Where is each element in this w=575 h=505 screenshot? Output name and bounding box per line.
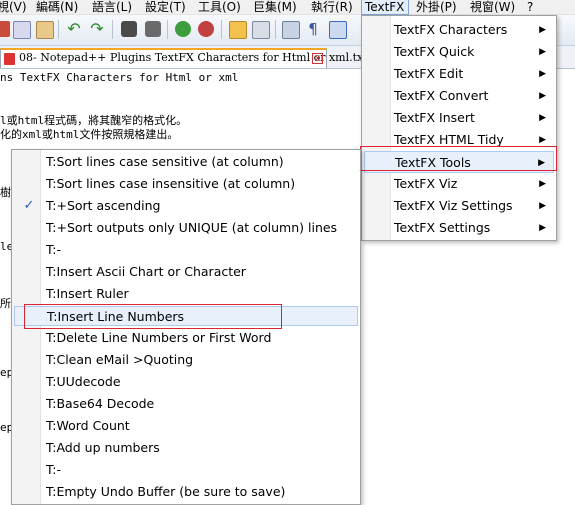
indent-guide-icon[interactable] [282, 21, 300, 39]
menu-item-textfx-viz-settings[interactable]: TextFX Viz Settings ▶ [364, 195, 554, 217]
menu-item-label: T:UUdecode [46, 374, 121, 389]
zoom-out-icon[interactable] [198, 21, 214, 37]
submenu-item-sort-unique[interactable]: T:+Sort outputs only UNIQUE (at column) … [14, 218, 358, 238]
checkmark-icon: ✓ [23, 198, 35, 213]
menu-item-label: T:+Sort outputs only UNIQUE (at column) … [46, 220, 338, 235]
menu-encoding[interactable]: 編碼(N) [36, 0, 78, 14]
menu-item-label: T:Insert Ascii Chart or Character [46, 264, 246, 279]
submenu-arrow-icon: ▶ [539, 91, 546, 101]
textfx-menu: TextFX Characters ▶ TextFX Quick ▶ TextFX … [361, 15, 557, 241]
copy-icon[interactable] [13, 21, 31, 39]
menu-item-label: T:- [46, 242, 61, 257]
submenu-item-word-count[interactable]: T:Word Count [14, 416, 358, 436]
toolbar-separator [221, 20, 222, 39]
menu-item-label: T:Sort lines case insensitive (at column… [46, 176, 296, 191]
submenu-arrow-icon: ▶ [539, 223, 546, 233]
submenu-separator-item[interactable]: T:- [14, 240, 358, 260]
menu-item-label: T:+Sort ascending [46, 198, 161, 213]
menu-item-label: TextFX Viz [394, 176, 458, 191]
code-fragment: 樹 [0, 186, 11, 199]
replace-icon[interactable] [145, 21, 161, 37]
close-icon[interactable]: x [312, 53, 323, 64]
find-icon[interactable] [121, 21, 137, 37]
menu-item-label: TextFX Insert [394, 110, 475, 125]
menu-tools[interactable]: 工具(O) [198, 0, 241, 14]
toolbar-separator [112, 20, 113, 39]
menu-help[interactable]: ? [527, 0, 533, 14]
submenu-arrow-icon: ▶ [539, 179, 546, 189]
menu-item-textfx-characters[interactable]: TextFX Characters ▶ [364, 19, 554, 41]
menu-item-label: T:Add up numbers [46, 440, 160, 455]
code-line: 化的xml或html文件按照規格建出。 [0, 128, 179, 141]
submenu-item-insert-ruler[interactable]: T:Insert Ruler [14, 284, 358, 304]
menu-item-label: TextFX Settings [394, 220, 491, 235]
document-tab[interactable]: 08- Notepad++ Plugins TextFX Characters … [0, 48, 368, 68]
menu-item-label: T:Clean eMail >Quoting [46, 352, 194, 367]
menu-macro[interactable]: 巨集(M) [253, 0, 297, 14]
wrap-icon[interactable] [252, 21, 270, 39]
menu-settings[interactable]: 設定(T) [145, 0, 186, 14]
menu-run[interactable]: 執行(R) [311, 0, 353, 14]
toolbar-separator [58, 20, 59, 39]
submenu-item-empty-undo-buffer[interactable]: T:Empty Undo Buffer (be sure to save) [14, 482, 358, 502]
menu-item-label: T:- [46, 462, 61, 477]
menu-item-label: T:Sort lines case sensitive (at column) [46, 154, 284, 169]
submenu-arrow-icon: ▶ [539, 69, 546, 79]
menu-item-textfx-convert[interactable]: TextFX Convert ▶ [364, 85, 554, 107]
menu-item-textfx-insert[interactable]: TextFX Insert ▶ [364, 107, 554, 129]
code-fragment: 所 [0, 297, 11, 310]
submenu-arrow-icon: ▶ [539, 25, 546, 35]
submenu-item-add-up-numbers[interactable]: T:Add up numbers [14, 438, 358, 458]
menu-item-label: T:Delete Line Numbers or First Word [46, 330, 272, 345]
menu-plugins[interactable]: 外掛(P) [416, 0, 457, 14]
menu-view[interactable]: 視(V) [0, 0, 27, 14]
all-chars-icon[interactable] [329, 21, 347, 39]
highlight-box [24, 304, 282, 329]
submenu-arrow-icon: ▶ [539, 113, 546, 123]
menu-item-textfx-settings[interactable]: TextFX Settings ▶ [364, 217, 554, 239]
menu-item-label: T:Insert Ruler [46, 286, 129, 301]
zoom-in-icon[interactable] [175, 21, 191, 37]
menu-item-label: TextFX Characters [394, 22, 508, 37]
code-line: ns TextFX Characters for Html or xml [0, 71, 239, 84]
highlight-box [360, 146, 557, 171]
menu-language[interactable]: 語言(L) [92, 0, 132, 14]
undo-icon[interactable]: ↶ [66, 21, 82, 37]
submenu-separator-item[interactable]: T:- [14, 460, 358, 480]
menu-item-textfx-quick[interactable]: TextFX Quick ▶ [364, 41, 554, 63]
paste-icon[interactable] [36, 21, 54, 39]
menu-item-label: TextFX Convert [394, 88, 489, 103]
redo-icon[interactable]: ↷ [89, 21, 105, 37]
submenu-item-uudecode[interactable]: T:UUdecode [14, 372, 358, 392]
submenu-item-insert-ascii-chart[interactable]: T:Insert Ascii Chart or Character [14, 262, 358, 282]
submenu-item-delete-line-numbers[interactable]: T:Delete Line Numbers or First Word [14, 328, 358, 348]
cut-icon[interactable] [0, 21, 10, 37]
menu-item-label: TextFX Quick [394, 44, 475, 59]
menu-item-label: TextFX Viz Settings [394, 198, 513, 213]
toolbar-separator [167, 20, 168, 39]
submenu-item-sort-ascending[interactable]: ✓ T:+Sort ascending [14, 196, 358, 216]
submenu-item-sort-case-sensitive[interactable]: T:Sort lines case sensitive (at column) [14, 152, 358, 172]
submenu-item-sort-case-insensitive[interactable]: T:Sort lines case insensitive (at column… [14, 174, 358, 194]
show-symbol-icon[interactable]: ¶ [305, 21, 321, 37]
submenu-arrow-icon: ▶ [539, 201, 546, 211]
menu-item-label: T:Base64 Decode [46, 396, 155, 411]
menu-bar: 視(V) 編碼(N) 語言(L) 設定(T) 工具(O) 巨集(M) 執行(R)… [0, 0, 575, 15]
menu-item-label: T:Empty Undo Buffer (be sure to save) [46, 484, 286, 499]
toolbar-separator [275, 20, 276, 39]
submenu-arrow-icon: ▶ [539, 47, 546, 57]
menu-item-label: T:Word Count [46, 418, 130, 433]
submenu-item-clean-email-quoting[interactable]: T:Clean eMail >Quoting [14, 350, 358, 370]
menu-item-textfx-viz[interactable]: TextFX Viz ▶ [364, 173, 554, 195]
menu-textfx[interactable]: TextFX [361, 0, 409, 15]
sync-scroll-icon[interactable] [229, 21, 247, 39]
menu-item-label: TextFX Edit [394, 66, 464, 81]
submenu-item-base64-decode[interactable]: T:Base64 Decode [14, 394, 358, 414]
menu-item-textfx-edit[interactable]: TextFX Edit ▶ [364, 63, 554, 85]
menu-window[interactable]: 視窗(W) [470, 0, 515, 14]
unsaved-icon [4, 53, 15, 65]
